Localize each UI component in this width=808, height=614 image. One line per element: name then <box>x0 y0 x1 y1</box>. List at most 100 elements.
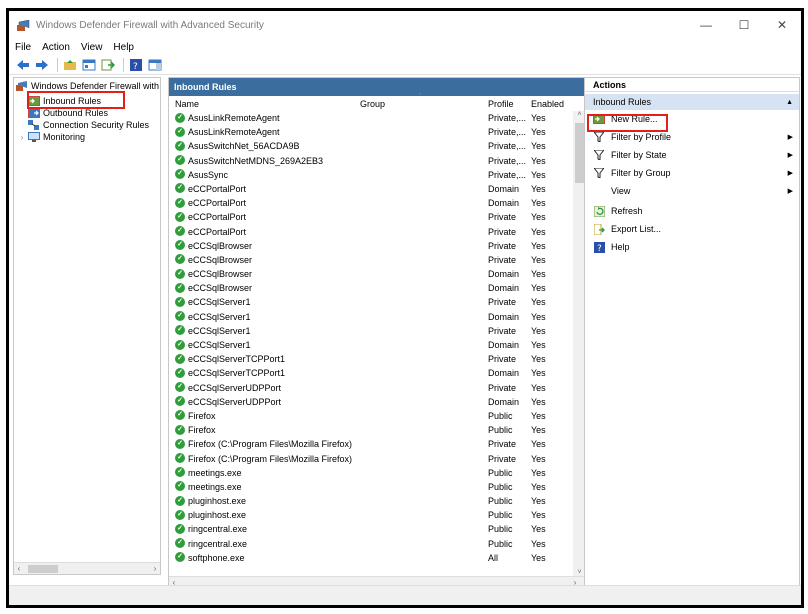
rule-profile: Domain <box>488 269 520 280</box>
column-group[interactable]: Group <box>360 99 385 109</box>
back-arrow-icon[interactable] <box>15 57 31 73</box>
pane-title: Inbound Rules <box>169 78 586 96</box>
enabled-check-icon: ✓ <box>175 523 185 534</box>
enabled-check-icon: ✓ <box>175 495 185 506</box>
rule-name: eCCSqlServerTCPPort1 <box>188 354 286 365</box>
table-row[interactable]: ✓ Firefox (C:\Program Files\Mozilla Firef… <box>169 437 573 451</box>
properties-pane-icon[interactable] <box>147 57 163 73</box>
rule-name: AsusSync <box>188 169 229 180</box>
rule-name: meetings.exe <box>188 481 242 492</box>
rule-enabled: Yes <box>531 425 546 436</box>
table-row[interactable]: ✓ eCCSqlBrowser Private Yes <box>169 253 573 267</box>
expand-arrow-icon[interactable]: › <box>18 133 26 142</box>
show-hide-tree-icon[interactable] <box>81 57 97 73</box>
help-icon[interactable]: ? <box>128 57 144 73</box>
table-row[interactable]: ✓ eCCSqlServer1 Private Yes <box>169 324 573 338</box>
rule-profile: Private <box>488 325 517 336</box>
rule-name: Firefox (C:\Program Files\Mozilla Firefo… <box>188 439 353 450</box>
table-row[interactable]: ✓ AsusSync Private,... Yes <box>169 168 573 182</box>
action-label: Filter by Profile <box>611 132 672 142</box>
table-row[interactable]: ✓ ringcentral.exe Public Yes <box>169 522 573 536</box>
export-list-icon[interactable] <box>100 57 116 73</box>
help-icon: ? <box>593 241 605 253</box>
table-row[interactable]: ✓ eCCPortalPort Domain Yes <box>169 182 573 196</box>
table-row[interactable]: ✓ AsusLinkRemoteAgent Private,... Yes <box>169 125 573 139</box>
rule-name: Firefox <box>188 410 216 421</box>
table-row[interactable]: ✓ eCCPortalPort Domain Yes <box>169 196 573 210</box>
rule-name: eCCPortalPort <box>188 226 247 237</box>
rule-profile: Public <box>488 510 513 521</box>
enabled-check-icon: ✓ <box>175 240 185 251</box>
table-row[interactable]: ✓ eCCSqlServerTCPPort1 Private Yes <box>169 352 573 366</box>
rule-enabled: Yes <box>531 269 546 280</box>
action-label: Export List... <box>611 224 662 234</box>
forward-arrow-icon[interactable] <box>34 57 50 73</box>
enabled-check-icon: ✓ <box>175 453 185 463</box>
connection-security-icon <box>28 120 40 130</box>
table-row[interactable]: ✓ eCCSqlBrowser Domain Yes <box>169 281 573 295</box>
actions-group-inbound-rules[interactable]: Inbound Rules ▲ <box>585 94 799 110</box>
close-button[interactable]: ✕ <box>763 11 801 39</box>
table-row[interactable]: ✓ eCCSqlServer1 Domain Yes <box>169 310 573 324</box>
table-row[interactable]: ✓ Firefox Public Yes <box>169 423 573 437</box>
menu-action[interactable]: Action <box>42 42 70 53</box>
up-folder-icon[interactable] <box>62 57 78 73</box>
action-export-list[interactable]: Export List... <box>585 220 799 238</box>
table-row[interactable]: ✓ AsusSwitchNetMDNS_269A2EB3 Private,... Ye… <box>169 154 573 168</box>
minimize-button[interactable]: — <box>687 11 725 39</box>
action-view[interactable]: View ▶ <box>585 182 799 200</box>
table-row[interactable]: ✓ eCCSqlBrowser Domain Yes <box>169 267 573 281</box>
action-filter-by-state[interactable]: Filter by State ▶ <box>585 146 799 164</box>
scroll-thumb[interactable] <box>575 123 584 183</box>
tree-item-label: Outbound Rules <box>43 108 109 118</box>
column-profile[interactable]: Profile <box>488 99 514 109</box>
table-row[interactable]: ✓ AsusSwitchNet_56ACDA9B Private,... Yes <box>169 139 573 153</box>
table-row[interactable]: ✓ eCCSqlServer1 Private Yes <box>169 295 573 309</box>
navigation-tree: Windows Defender Firewall with Inbound R… <box>13 77 161 575</box>
menu-help[interactable]: Help <box>113 42 134 53</box>
column-enabled[interactable]: Enabled <box>531 99 564 109</box>
rule-name: ringcentral.exe <box>188 524 248 535</box>
table-row[interactable]: ✓ Firefox (C:\Program Files\Mozilla Firef… <box>169 452 573 466</box>
export-icon <box>593 223 605 235</box>
maximize-button[interactable]: ☐ <box>725 11 763 39</box>
table-row[interactable]: ✓ Firefox Public Yes <box>169 409 573 423</box>
table-row[interactable]: ✓ eCCSqlServerUDPPort Private Yes <box>169 381 573 395</box>
action-label: Filter by State <box>611 150 667 160</box>
table-row[interactable]: ✓ eCCSqlServerUDPPort Domain Yes <box>169 395 573 409</box>
rule-name: eCCSqlBrowser <box>188 254 253 265</box>
enabled-check-icon: ✓ <box>175 396 185 407</box>
tree-horizontal-scrollbar[interactable]: ‹ › <box>14 562 160 574</box>
table-row[interactable]: ✓ meetings.exe Public Yes <box>169 466 573 480</box>
table-row[interactable]: ✓ AsusLinkRemoteAgent Private,... Yes <box>169 111 573 125</box>
table-row[interactable]: ✓ meetings.exe Public Yes <box>169 480 573 494</box>
table-row[interactable]: ✓ eCCPortalPort Private Yes <box>169 210 573 224</box>
inbound-rules-highlight <box>27 91 125 109</box>
table-row[interactable]: ✓ eCCSqlServerTCPPort1 Domain Yes <box>169 366 573 380</box>
table-row[interactable]: ✓ pluginhost.exe Public Yes <box>169 508 573 522</box>
enabled-check-icon: ✓ <box>175 169 185 180</box>
scroll-left-icon[interactable]: ‹ <box>14 564 24 573</box>
table-row[interactable]: ✓ softphone.exe All Yes <box>169 551 573 565</box>
rule-name: eCCSqlBrowser <box>188 240 253 251</box>
rule-enabled: Yes <box>531 127 546 138</box>
action-refresh[interactable]: Refresh <box>585 202 799 220</box>
column-name[interactable]: Name <box>175 99 199 109</box>
menu-file[interactable]: File <box>15 42 31 53</box>
scroll-right-icon[interactable]: › <box>150 564 160 573</box>
table-row[interactable]: ✓ eCCPortalPort Private Yes <box>169 225 573 239</box>
action-filter-by-group[interactable]: Filter by Group ▶ <box>585 164 799 182</box>
scroll-thumb[interactable] <box>28 564 58 573</box>
rule-enabled: Yes <box>531 325 546 336</box>
action-help[interactable]: ? Help <box>585 238 799 256</box>
menu-view[interactable]: View <box>81 42 103 53</box>
table-row[interactable]: ✓ eCCSqlServer1 Domain Yes <box>169 338 573 352</box>
table-row[interactable]: ✓ eCCSqlBrowser Private Yes <box>169 239 573 253</box>
tree-item-monitoring[interactable]: › Monitoring <box>14 131 160 143</box>
tree-item-connection-security-rules[interactable]: Connection Security Rules <box>14 119 160 131</box>
rule-profile: Private,... <box>488 141 527 152</box>
collapse-arrow-icon[interactable]: ▲ <box>786 99 793 106</box>
table-row[interactable]: ✓ ringcentral.exe Public Yes <box>169 537 573 551</box>
table-row[interactable]: ✓ pluginhost.exe Public Yes <box>169 494 573 508</box>
rule-name: eCCSqlServer1 <box>188 325 251 336</box>
